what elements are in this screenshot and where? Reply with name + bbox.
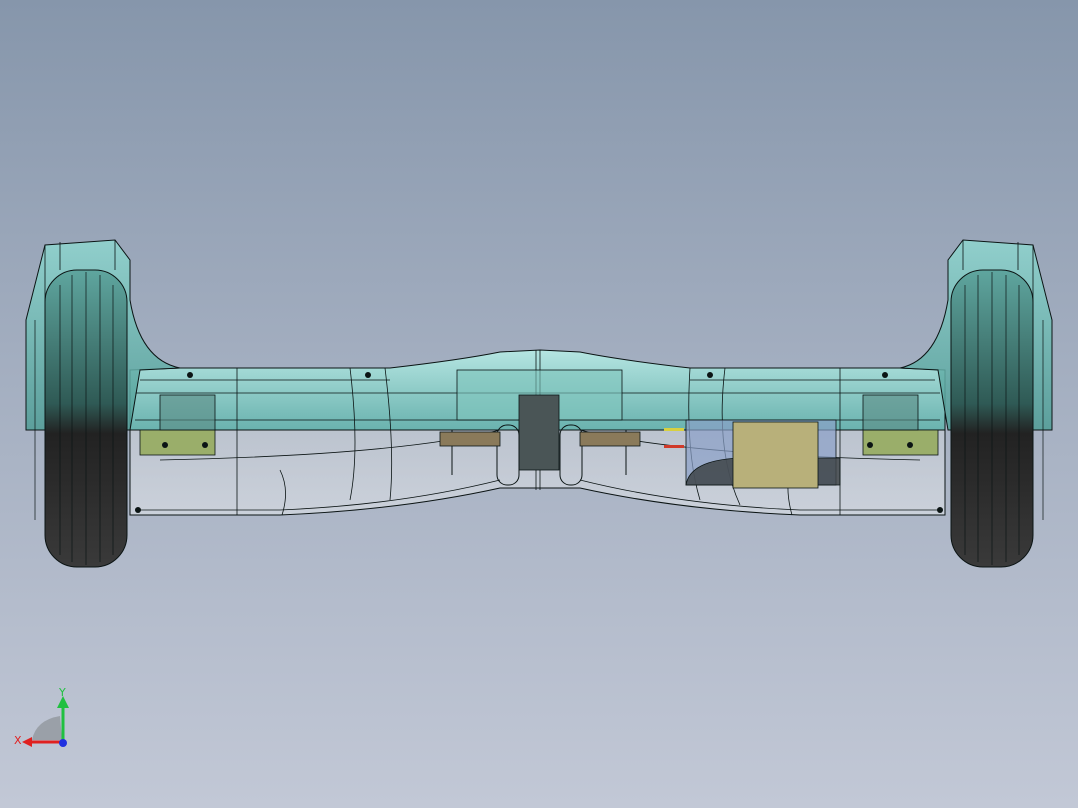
triad-y-label: Y xyxy=(58,686,66,699)
coordinate-triad: Y X xyxy=(14,686,69,747)
hoverboard-model[interactable] xyxy=(0,0,1078,808)
center-bracket xyxy=(518,394,560,471)
graphics-viewport[interactable]: Y X xyxy=(0,0,1078,808)
wire-red xyxy=(664,445,684,448)
wire-yellow xyxy=(664,428,684,431)
triad-z-axis xyxy=(59,739,67,747)
right-mount xyxy=(862,394,919,431)
triad-x-label: X xyxy=(14,734,22,747)
triad-plane xyxy=(32,716,62,740)
right-board xyxy=(862,429,939,456)
triad-x-arrow xyxy=(22,737,32,747)
tan-block xyxy=(732,421,819,489)
left-mount xyxy=(159,394,216,431)
